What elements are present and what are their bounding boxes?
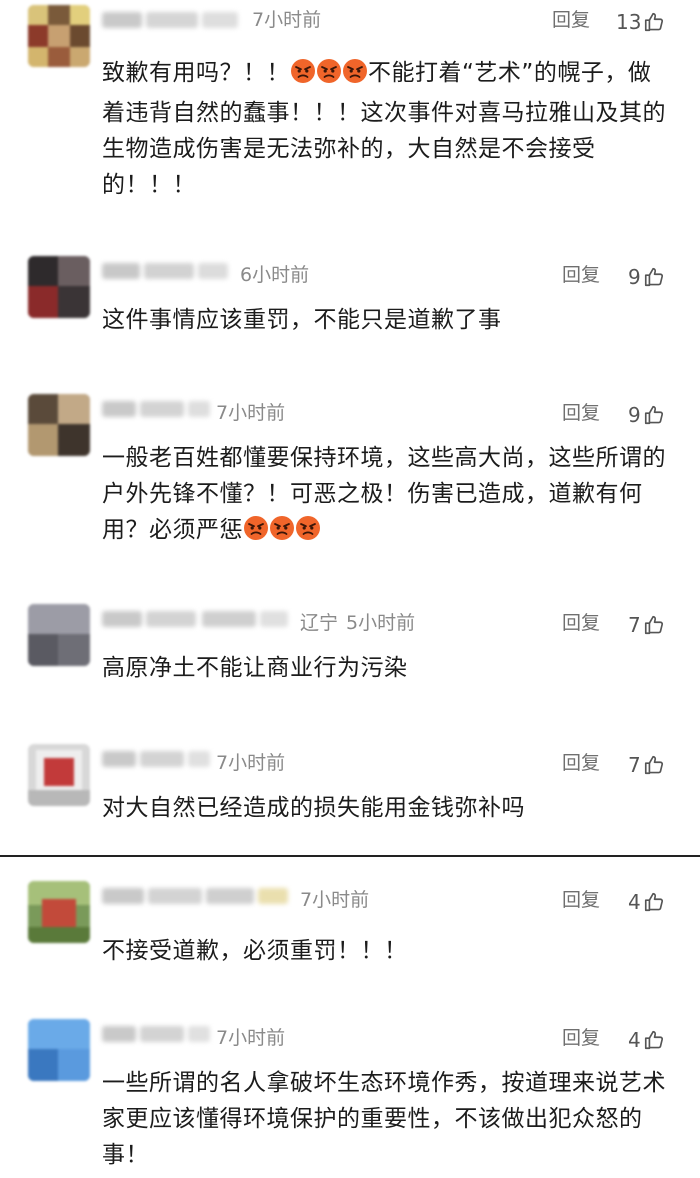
thumbs-up-outline-icon [644,892,663,911]
like-button[interactable]: 4 [628,1025,665,1052]
avatar[interactable] [28,744,90,806]
comment-meta: 7小时前 [216,400,285,426]
comment-text: 高原净土不能让商业行为污染 [102,655,408,681]
comment-panel-bottom: 7小时前 回复 4 不接受道歉，必须重罚！！！ 7小时前 回复 4 一些所谓的名… [0,857,700,1178]
comment-text: 不接受道歉，必须重罚！！！ [102,938,408,964]
like-button[interactable]: 9 [628,400,665,427]
angry-face-icon [316,58,342,95]
comment-location: 辽宁 [300,612,339,634]
avatar[interactable] [28,881,90,943]
username[interactable] [102,398,212,420]
comment-time: 7小时前 [216,1027,286,1049]
comment-text: 致歉有用吗？！！ 不能打着“艺术”的幌子，做着违背自然的蠢事！！！这次事件对喜马拉… [102,55,672,203]
avatar[interactable] [28,604,90,666]
like-button[interactable]: 13 [616,7,665,34]
comment-text: 这件事情应该重罚，不能只是道歉了事 [102,307,502,333]
reply-button[interactable]: 回复 [562,887,600,913]
comment-meta: 6小时前 [240,262,309,288]
reply-button[interactable]: 回复 [552,7,590,33]
reply-button[interactable]: 回复 [562,750,600,776]
comment-text: 一般老百姓都懂要保持环境，这些高大尚，这些所谓的户外先锋不懂？！可恶之极！伤害已… [102,440,672,552]
like-count: 4 [628,1027,641,1052]
reply-button[interactable]: 回复 [562,1025,600,1051]
avatar[interactable] [28,394,90,456]
comment-time: 7小时前 [252,9,322,31]
comment-text-part: 致歉有用吗？！！ [102,60,290,86]
like-count: 13 [616,9,642,34]
username[interactable] [102,885,292,907]
comment-time: 7小时前 [216,752,286,774]
thumbs-up-outline-icon [644,267,663,286]
like-button[interactable]: 4 [628,887,665,914]
thumbs-up-outline-icon [644,615,663,634]
comment-text: 一些所谓的名人拿破坏生态环境作秀，按道理来说艺术家更应该懂得环境保护的重要性，不… [102,1070,666,1168]
comment-time: 5小时前 [346,612,416,634]
comment-time: 6小时前 [240,264,310,286]
thumbs-up-outline-icon [644,755,663,774]
like-button[interactable]: 9 [628,262,665,289]
comment-time: 7小时前 [300,889,370,911]
thumbs-up-outline-icon [644,1030,663,1049]
comment-meta: 7小时前 [216,1025,285,1051]
username[interactable] [102,9,242,31]
username[interactable] [102,1023,212,1045]
comment-meta: 辽宁 5小时前 [300,610,415,636]
like-count: 9 [628,402,641,427]
reply-button[interactable]: 回复 [562,610,600,636]
comment-text: 对大自然已经造成的损失能用金钱弥补吗 [102,795,525,821]
like-count: 7 [628,752,641,777]
username[interactable] [102,260,232,282]
comment-meta: 7小时前 [300,887,369,913]
comment-panel-top: 7小时前 回复 13 致歉有用吗？！！ 不能打着“艺术”的幌子，做着违背自然的蠢事… [0,0,700,856]
like-count: 7 [628,612,641,637]
comment-time: 7小时前 [216,402,286,424]
angry-face-icon [342,58,368,95]
avatar[interactable] [28,5,90,67]
username[interactable] [102,608,292,630]
angry-face-icon [290,58,316,95]
angry-face-icon [295,515,321,552]
reply-button[interactable]: 回复 [562,400,600,426]
avatar[interactable] [28,256,90,318]
like-button[interactable]: 7 [628,610,665,637]
like-count: 9 [628,264,641,289]
like-button[interactable]: 7 [628,750,665,777]
comment-meta: 7小时前 [216,750,285,776]
avatar[interactable] [28,1019,90,1081]
comment-meta: 7小时前 [252,7,321,33]
username[interactable] [102,748,212,770]
like-count: 4 [628,889,641,914]
angry-face-icon [269,515,295,552]
comment-text-part: 一般老百姓都懂要保持环境，这些高大尚，这些所谓的户外先锋不懂？！可恶之极！伤害已… [102,445,666,543]
reply-button[interactable]: 回复 [562,262,600,288]
angry-face-icon [243,515,269,552]
thumbs-up-outline-icon [645,12,664,31]
thumbs-up-outline-icon [644,405,663,424]
